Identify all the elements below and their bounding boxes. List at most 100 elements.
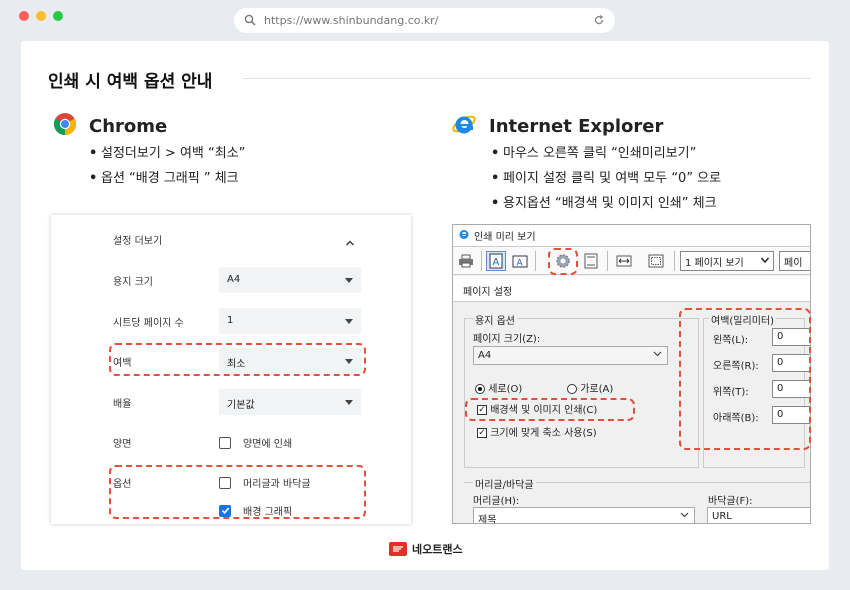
landscape-label: 가로(A) [580, 384, 614, 395]
reload-icon[interactable] [593, 11, 605, 30]
header-select[interactable]: 제목 [473, 507, 695, 524]
dropdown-arrow-icon [345, 278, 353, 283]
print-background-highlight [465, 398, 635, 421]
paper-size-value: A4 [227, 274, 241, 285]
chrome-print-settings-panel: 설정 더보기 용지 크기 A4 시트당 페이지 수 1 여백 최소 배율 기본값… [51, 215, 411, 524]
list-item: • 페이지 설정 클릭 및 여백 모두 “0” 으로 [491, 171, 722, 186]
footer-label: 바닥글(F): [708, 496, 753, 507]
pages-per-sheet-value: 1 [227, 315, 234, 326]
paper-size-select[interactable]: A4 [219, 267, 361, 293]
dropdown-arrow-icon [345, 319, 353, 324]
paper-size-row: 용지 크기 A4 [51, 265, 411, 295]
portrait-page-icon: A [489, 253, 503, 269]
shrink-to-fit-checkbox[interactable]: ✓ 크기에 맞게 축소 사용(S) [477, 424, 597, 439]
page-size-select[interactable]: A4 [473, 346, 668, 365]
printer-icon [459, 254, 473, 268]
toolbar-separator [607, 251, 608, 271]
scale-select[interactable]: 기본값 [219, 389, 361, 415]
toolbar-separator [481, 251, 482, 271]
view-mode-select[interactable]: 1 페이지 보기 [680, 251, 774, 271]
chrome-heading: Chrome [53, 112, 167, 140]
address-bar[interactable]: https://www.shinbundang.co.kr/ [234, 8, 615, 33]
landscape-page-icon: A [512, 255, 528, 269]
dropdown-arrow-icon [345, 400, 353, 405]
page-size-value: A4 [478, 350, 492, 361]
list-item: • 설정더보기 > 여백 “최소” [89, 146, 246, 161]
zoom-window-button[interactable] [53, 11, 63, 21]
chrome-instructions: • 설정더보기 > 여백 “최소” • 옵션 “배경 그래픽 ” 체크 [89, 141, 245, 191]
radio-selected[interactable] [475, 384, 485, 394]
svg-text:A: A [517, 259, 524, 269]
pages-per-sheet-select[interactable]: 1 [219, 308, 361, 334]
scale-value: 기본값 [227, 400, 255, 411]
chrome-logo-icon [53, 112, 77, 140]
ie-toolbar: A A 1 페이지 보기 페이 [453, 247, 810, 275]
portrait-label: 세로(O) [488, 384, 523, 395]
more-settings-label: 설정 더보기 [113, 236, 163, 247]
svg-text:A: A [493, 257, 500, 268]
list-item: • 용지옵션 “배경색 및 이미지 인쇄” 체크 [491, 196, 717, 211]
chevron-down-icon [653, 349, 662, 361]
scale-row: 배율 기본값 [51, 387, 411, 417]
zoom-select-value: 페이 [784, 257, 803, 269]
chevron-up-icon[interactable] [345, 232, 355, 251]
url-text: https://www.shinbundang.co.kr/ [264, 14, 439, 27]
content-card: 인쇄 시 여백 옵션 안내 Chrome • 설정더보기 > 여백 “최소” • 옵… [21, 41, 829, 570]
checkbox-box[interactable] [219, 436, 231, 449]
title-divider [243, 78, 811, 79]
landscape-button[interactable]: A [510, 251, 530, 271]
header-label: 머리글(H): [473, 496, 520, 507]
page-header-icon [584, 253, 598, 269]
portrait-button[interactable]: A [486, 251, 506, 271]
pages-per-sheet-label: 시트당 페이지 수 [113, 318, 184, 329]
headers-footers-toggle-button[interactable] [581, 251, 601, 271]
page-setup-highlight [548, 248, 578, 275]
checkbox-checked[interactable]: ✓ [477, 428, 487, 438]
shrink-to-fit-label: 크기에 맞게 축소 사용(S) [490, 428, 597, 439]
internet-explorer-logo-icon [451, 111, 477, 141]
two-sided-option-label: 양면에 인쇄 [243, 439, 293, 450]
chevron-down-icon [680, 510, 689, 522]
neotrans-logo-icon [389, 542, 407, 556]
minimize-window-button[interactable] [36, 11, 46, 21]
header-footer-title: 머리글/바닥글 [473, 476, 536, 491]
footer-value: URL [712, 511, 732, 522]
fit-width-button[interactable] [614, 251, 634, 271]
ie-instructions: • 마우스 오른쪽 클릭 “인쇄미리보기” • 페이지 설정 클릭 및 여백 모두 … [491, 141, 721, 216]
ie-small-logo-icon [458, 228, 470, 243]
toolbar-separator [674, 251, 675, 271]
ie-window-titlebar: 인쇄 미리 보기 [453, 225, 810, 247]
margins-highlight [109, 343, 366, 376]
toolbar-separator [535, 251, 536, 271]
options-highlight [109, 465, 366, 519]
ie-heading: Internet Explorer [451, 111, 663, 141]
brand-name: 네오트랜스 [412, 543, 463, 556]
window-controls [19, 11, 63, 21]
scale-label: 배율 [113, 399, 132, 410]
margins-group-highlight [679, 308, 811, 450]
paper-size-label: 용지 크기 [113, 277, 153, 288]
full-page-button[interactable] [646, 251, 666, 271]
two-sided-checkbox[interactable]: 양면에 인쇄 [219, 435, 292, 450]
ie-window-title: 인쇄 미리 보기 [474, 232, 536, 243]
close-window-button[interactable] [19, 11, 29, 21]
page-title: 인쇄 시 여백 옵션 안내 [48, 72, 213, 92]
ie-title: Internet Explorer [489, 115, 664, 137]
print-button[interactable] [456, 251, 476, 271]
header-value: 제목 [478, 515, 497, 524]
two-sided-label: 양면 [113, 439, 132, 450]
pages-per-sheet-row: 시트당 페이지 수 1 [51, 306, 411, 336]
portrait-radio[interactable]: 세로(O) [475, 380, 522, 395]
landscape-radio[interactable]: 가로(A) [567, 380, 613, 395]
page-setup-dialog-title: 페이지 설정 [453, 276, 810, 302]
brand-logo: 네오트랜스 [389, 541, 463, 557]
radio-unselected[interactable] [567, 384, 577, 394]
fit-width-icon [616, 255, 632, 267]
chevron-down-icon [760, 255, 770, 268]
view-mode-value: 1 페이지 보기 [685, 257, 744, 269]
list-item: • 옵션 “배경 그래픽 ” 체크 [89, 171, 239, 186]
more-settings-row[interactable]: 설정 더보기 [51, 224, 411, 254]
footer-select[interactable]: URL [707, 507, 810, 523]
search-icon [244, 11, 256, 30]
zoom-select[interactable]: 페이 [779, 251, 810, 271]
